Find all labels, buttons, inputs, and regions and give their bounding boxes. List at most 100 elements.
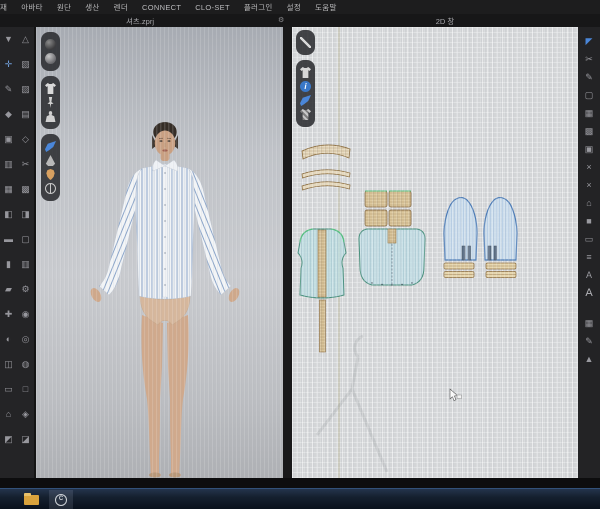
taskbar: C — [0, 488, 600, 509]
pattern-outline-icon[interactable]: ▢ — [583, 89, 595, 101]
fabric-blue-icon[interactable] — [45, 141, 56, 152]
window-title-3d: 셔츠.zprj — [95, 16, 185, 27]
text-arrow-icon[interactable]: A — [583, 269, 595, 281]
pin-icon[interactable] — [45, 97, 56, 108]
menu-help[interactable]: 도움말 — [315, 2, 337, 13]
fabric-drop-icon[interactable]: ▧ — [20, 58, 32, 70]
back-bodice-pattern[interactable] — [359, 229, 425, 286]
menu-plugin[interactable]: 플러그인 — [244, 2, 273, 13]
suitcase-icon[interactable]: ▮ — [3, 258, 15, 270]
menu-production[interactable]: 생산 — [85, 2, 99, 13]
info-icon[interactable]: i — [300, 81, 311, 92]
pen-line-icon[interactable] — [300, 37, 311, 48]
trace-pattern-icon[interactable]: ✎ — [583, 71, 595, 83]
menu-fabric[interactable]: 원단 — [57, 2, 71, 13]
front-placket-pattern[interactable] — [320, 300, 326, 352]
download-icon[interactable]: ▼ — [3, 33, 15, 45]
sewing-machine-icon[interactable]: ▦ — [3, 183, 15, 195]
stitch-brush-icon[interactable]: ✎ — [583, 335, 595, 347]
fabric-wind-icon[interactable]: ▨ — [20, 83, 32, 95]
avatar-shirt[interactable] — [99, 160, 231, 299]
window-settings-icon[interactable]: ⚙ — [278, 16, 284, 24]
stitch-mesh-icon[interactable]: ▩ — [20, 183, 32, 195]
front-bodice-pattern[interactable] — [298, 229, 346, 298]
left-tool-sidebar: ▼ △ ✛ ▧ ✎ ▨ ◆ ▤ ▣ ◇ ▥ ✂ ▦ ▩ ◧ ◨ ▬ ▢ ▮ ▥ ▰ ⚙ ✚ ◉ ◐ ◎ ◫ ◍ ▭ □ ⌂ ◈ ◩ ◪ — [0, 27, 34, 478]
folder-icon[interactable] — [24, 495, 39, 505]
pattern-grid-icon[interactable]: ▦ — [583, 107, 595, 119]
seam-cross-alt-icon[interactable]: × — [583, 179, 595, 191]
button-panel-icon[interactable]: ▦ — [583, 317, 595, 329]
seam-strip-icon[interactable]: ≡ — [583, 251, 595, 263]
brush-icon[interactable]: ◐ — [3, 333, 15, 345]
zipper-puller-icon[interactable]: ◍ — [20, 358, 32, 370]
transform-pattern-icon[interactable]: ◤ — [583, 35, 595, 47]
texture-shirt-icon[interactable]: ▥ — [20, 258, 32, 270]
shirt-icon[interactable]: ▢ — [20, 233, 32, 245]
printer-icon[interactable]: ▭ — [3, 383, 15, 395]
flag-tool-icon[interactable]: ▲ — [583, 353, 595, 365]
heart-tool-icon[interactable]: ◆ — [3, 108, 15, 120]
pattern-canvas[interactable] — [292, 27, 578, 478]
cuff-patterns[interactable] — [444, 263, 516, 278]
render-sphere-dark-icon[interactable] — [45, 39, 56, 50]
collar-band-pattern[interactable] — [302, 145, 350, 159]
trim-icon[interactable]: ◈ — [20, 408, 32, 420]
menu-material-partial[interactable]: 재 — [0, 2, 7, 13]
pin-tool-icon[interactable]: ✚ — [3, 308, 15, 320]
menu-connect[interactable]: CONNECT — [142, 3, 181, 12]
unfold-pattern-icon[interactable]: ⌂ — [583, 197, 595, 209]
fabric-fly-icon[interactable]: ▤ — [20, 108, 32, 120]
menu-avatar[interactable]: 아바타 — [21, 2, 43, 13]
globe-wire-icon[interactable] — [45, 183, 56, 194]
gear-buttons-icon[interactable]: ⚙ — [20, 283, 32, 295]
bird-stitch-icon[interactable]: ◇ — [20, 133, 32, 145]
avatar-head[interactable] — [152, 122, 178, 156]
camera-icon[interactable]: ◫ — [3, 358, 15, 370]
viewport-2d[interactable]: i — [292, 27, 578, 478]
show-avatar-icon[interactable] — [45, 111, 56, 122]
jacket-icon[interactable]: ▣ — [3, 133, 15, 145]
cone-icon[interactable] — [45, 155, 56, 166]
back-yoke-patterns[interactable] — [365, 191, 411, 226]
button-icon[interactable]: ◉ — [20, 308, 32, 320]
avatar-3d[interactable] — [36, 27, 283, 478]
steam-iron-icon[interactable]: ▬ — [3, 233, 15, 245]
text-tool-icon[interactable]: A — [583, 287, 595, 299]
hanger-icon[interactable]: ◪ — [20, 433, 32, 445]
viewport-3d[interactable] — [36, 27, 283, 478]
seam-cross-icon[interactable]: × — [583, 161, 595, 173]
show-garment-icon[interactable] — [45, 83, 56, 94]
sleeve-left-pattern[interactable] — [444, 198, 477, 260]
dark-pattern-icon[interactable]: ■ — [583, 215, 595, 227]
measure-tape-icon[interactable]: ▭ — [583, 233, 595, 245]
clo-taskbar-button[interactable]: C — [49, 490, 73, 509]
clo-logo-icon: C — [55, 494, 67, 506]
panel-divider[interactable] — [283, 27, 292, 478]
glove-icon[interactable]: ◨ — [20, 208, 32, 220]
avatar-head-icon[interactable] — [45, 169, 56, 180]
pattern-shade-icon[interactable]: ▩ — [583, 125, 595, 137]
mouse-cursor — [450, 389, 462, 401]
menu-render[interactable]: 렌더 — [114, 2, 128, 13]
surface-display-group — [41, 134, 60, 201]
curve-pen-icon[interactable]: ✎ — [3, 83, 15, 95]
avatar-pose-icon[interactable]: △ — [20, 33, 32, 45]
move-cross-icon[interactable]: ✛ — [3, 58, 15, 70]
menu-settings[interactable]: 설정 — [287, 2, 301, 13]
render-sphere-light-icon[interactable] — [45, 53, 56, 64]
fold-icon[interactable]: ◧ — [3, 208, 15, 220]
scissors-icon[interactable]: ✂ — [20, 158, 32, 170]
buttonhole-icon[interactable]: ◎ — [20, 333, 32, 345]
menu-clo-set[interactable]: CLO-SET — [195, 3, 230, 12]
dart-icon[interactable]: ▣ — [583, 143, 595, 155]
pants-icon[interactable]: ◩ — [3, 433, 15, 445]
sewing-kit-icon[interactable]: ▥ — [3, 158, 15, 170]
textured-pattern-icon[interactable] — [300, 109, 311, 120]
building-icon[interactable]: ⌂ — [3, 408, 15, 420]
show-pattern-icon[interactable] — [300, 67, 311, 78]
collar-stand-patterns[interactable] — [302, 170, 350, 190]
zipper-icon[interactable]: □ — [20, 383, 32, 395]
needle-icon[interactable]: ▰ — [3, 283, 15, 295]
edit-curve-icon[interactable]: ✂ — [583, 53, 595, 65]
fabric-blue-2d-icon[interactable] — [300, 95, 311, 106]
